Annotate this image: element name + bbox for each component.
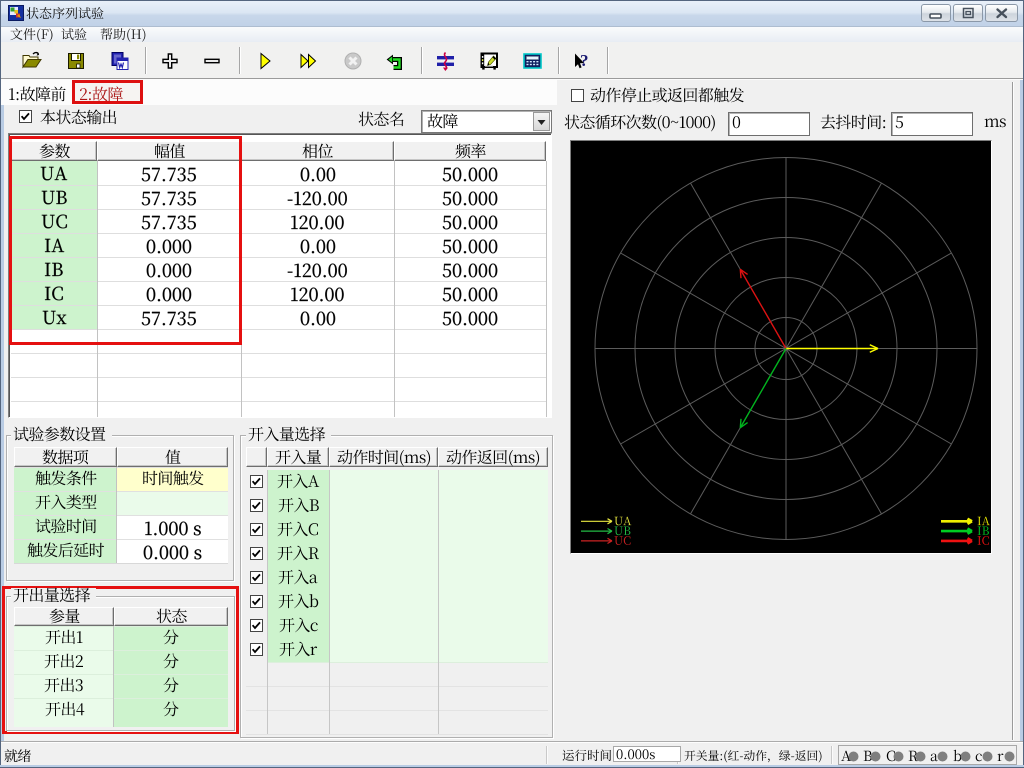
- svg-text:?: ?: [580, 51, 589, 70]
